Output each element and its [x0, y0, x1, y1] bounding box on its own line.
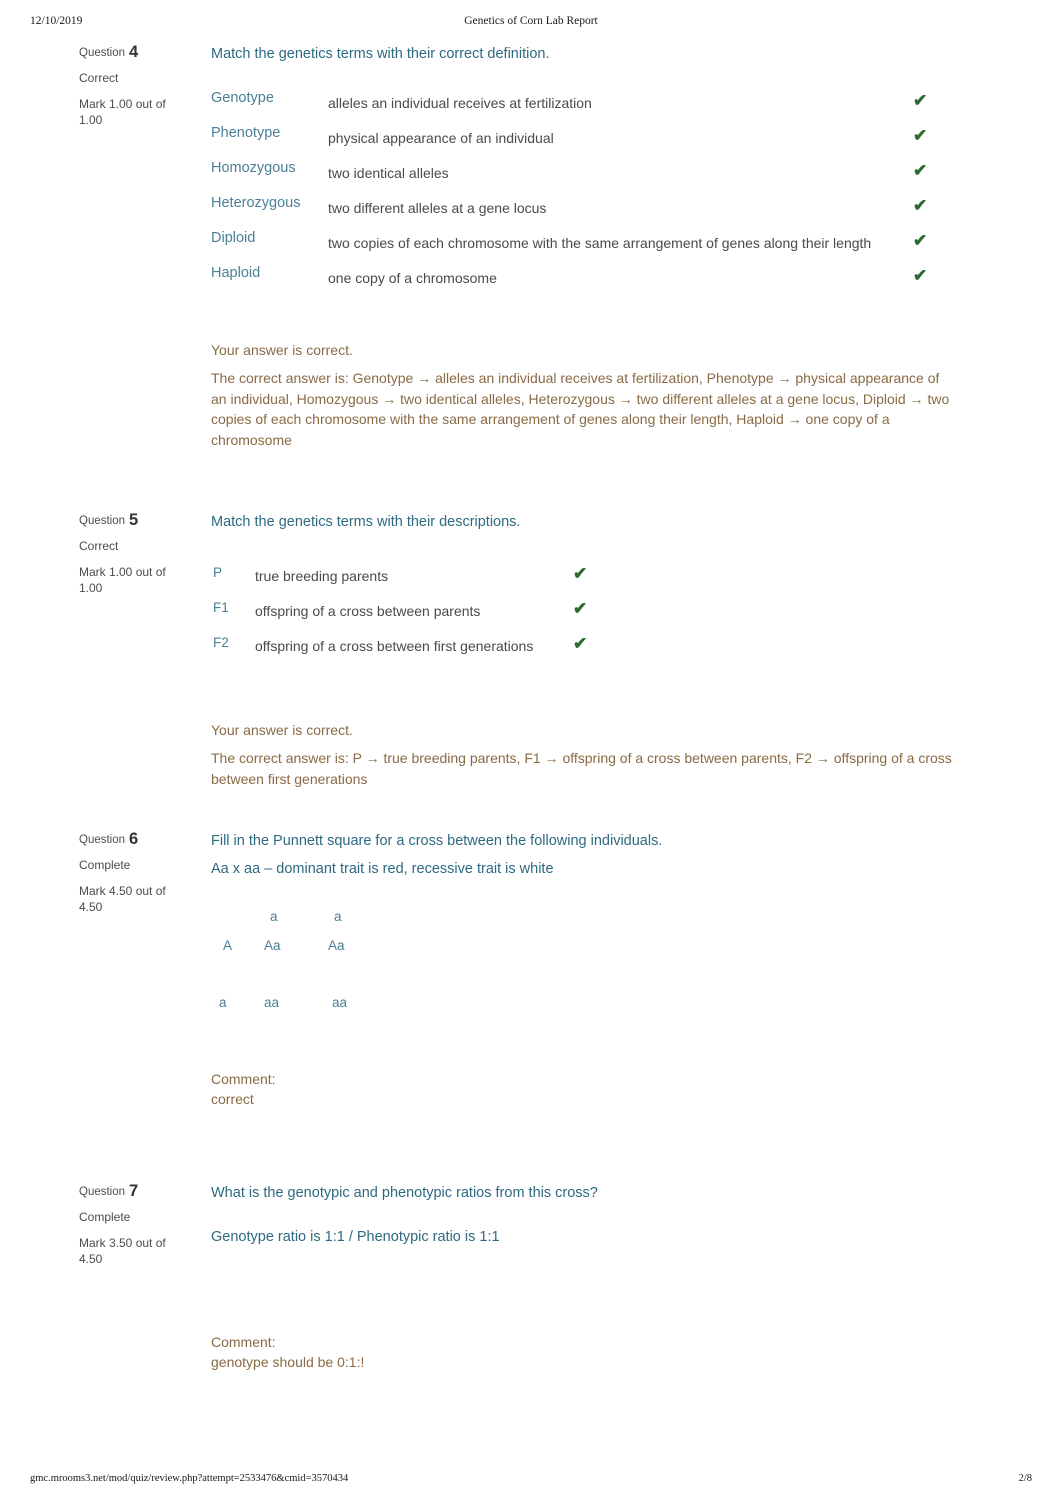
comment-label-6: Comment:: [211, 1071, 276, 1087]
question-info-7: Question 7 Complete Mark 3.50 out of 4.50: [79, 1182, 197, 1267]
question-prompt-5: Match the genetics terms with their desc…: [211, 514, 521, 530]
match-term: Genotype: [211, 90, 274, 106]
punnett-cell-2-2: aa: [332, 995, 348, 1010]
feedback-4: Your answer is correct. The correct answ…: [211, 340, 1001, 450]
comment-6: Comment: correct: [211, 1069, 1001, 1109]
check-icon: ✔: [913, 266, 928, 285]
match-row: F2 offspring of a cross between first ge…: [211, 633, 951, 668]
comment-text-6: correct: [211, 1091, 254, 1107]
match-definition: one copy of a chromosome: [328, 270, 497, 286]
question-info-5: Question 5 Correct Mark 1.00 out of 1.00: [79, 511, 197, 596]
check-icon: ✔: [913, 161, 928, 180]
print-footer: gmc.mrooms3.net/mod/quiz/review.php?atte…: [0, 1473, 1062, 1489]
question-number-line-5: Question 5: [79, 511, 197, 529]
match-row: Phenotype physical appearance of an indi…: [211, 123, 951, 158]
match-term: Diploid: [211, 230, 256, 246]
punnett-col-header-2: a: [334, 909, 342, 924]
question-info-4: Question 4 Correct Mark 1.00 out of 1.00: [79, 43, 197, 128]
question-prompt-6: Fill in the Punnett square for a cross b…: [211, 833, 663, 849]
match-term: Phenotype: [211, 125, 281, 141]
match-row: Homozygous two identical alleles ✔: [211, 158, 951, 193]
match-definition: true breeding parents: [255, 568, 389, 584]
question-number-line-4: Question 4: [79, 43, 197, 61]
question-number-4: 4: [129, 43, 139, 61]
punnett-cell-1-1: Aa: [264, 938, 281, 953]
match-definition: physical appearance of an individual: [328, 130, 554, 146]
comment-7: Comment: genotype should be 0:1:!: [211, 1332, 1001, 1372]
print-footer-url: gmc.mrooms3.net/mod/quiz/review.php?atte…: [30, 1473, 349, 1484]
question-label-7: Question: [79, 1186, 126, 1198]
punnett-cell-1-2: Aa: [328, 938, 345, 953]
print-header: 12/10/2019 Genetics of Corn Lab Report: [0, 15, 1062, 33]
match-row: F1 offspring of a cross between parents …: [211, 598, 951, 633]
check-icon: ✔: [573, 634, 588, 653]
question-number-line-6: Question 6: [79, 830, 197, 848]
feedback-answer-5: The correct answer is: P → true breeding…: [211, 750, 952, 787]
question-mark-4: Mark 1.00 out of 1.00: [79, 97, 166, 127]
match-definition: alleles an individual receives at fertil…: [328, 95, 592, 111]
answer-text-7: Genotype ratio is 1:1 / Phenotypic ratio…: [211, 1229, 500, 1245]
question-number-7: 7: [129, 1182, 139, 1200]
question-number-6: 6: [129, 830, 139, 848]
question-body-7: What is the genotypic and phenotypic rat…: [211, 1184, 1001, 1372]
check-icon: ✔: [573, 564, 588, 583]
question-label-6: Question: [79, 834, 126, 846]
punnett-col-header-1: a: [270, 909, 278, 924]
match-term: F2: [213, 635, 229, 650]
punnett-row-label-2: a: [219, 995, 227, 1010]
punnett-cell-2-1: aa: [264, 995, 280, 1010]
feedback-status-5: Your answer is correct.: [211, 722, 353, 738]
question-prompt-7: What is the genotypic and phenotypic rat…: [211, 1185, 598, 1201]
match-row: Genotype alleles an individual receives …: [211, 88, 951, 123]
question-state-4: Correct: [79, 71, 119, 85]
question-info-6: Question 6 Complete Mark 4.50 out of 4.50: [79, 830, 197, 915]
comment-label-7: Comment:: [211, 1334, 276, 1350]
question-state-5: Correct: [79, 539, 119, 553]
question-label-4: Question: [79, 47, 126, 59]
question-body-6: Fill in the Punnett square for a cross b…: [211, 832, 1001, 1109]
match-row: P true breeding parents ✔: [211, 563, 951, 598]
match-definition: offspring of a cross between first gener…: [255, 638, 534, 654]
match-row: Heterozygous two different alleles at a …: [211, 193, 951, 228]
check-icon: ✔: [913, 196, 928, 215]
question-mark-7: Mark 3.50 out of 4.50: [79, 1236, 166, 1266]
check-icon: ✔: [913, 126, 928, 145]
question-state-7: Complete: [79, 1210, 131, 1224]
match-definition: two identical alleles: [328, 165, 449, 181]
question-mark-5: Mark 1.00 out of 1.00: [79, 565, 166, 595]
check-icon: ✔: [573, 599, 588, 618]
question-mark-6: Mark 4.50 out of 4.50: [79, 884, 166, 914]
feedback-status-4: Your answer is correct.: [211, 342, 353, 358]
question-state-6: Complete: [79, 858, 131, 872]
punnett-square-6: a a A Aa Aa a aa aa: [211, 909, 631, 1029]
punnett-row-label-1: A: [223, 938, 233, 953]
check-icon: ✔: [913, 91, 928, 110]
check-icon: ✔: [913, 231, 928, 250]
question-number-line-7: Question 7: [79, 1182, 197, 1200]
match-definition: two copies of each chromosome with the s…: [328, 235, 872, 251]
match-term: Haploid: [211, 265, 261, 281]
match-term: Heterozygous: [211, 195, 301, 211]
matching-table-4: Genotype alleles an individual receives …: [211, 88, 951, 298]
match-definition: offspring of a cross between parents: [255, 603, 481, 619]
feedback-5: Your answer is correct. The correct answ…: [211, 720, 1001, 789]
match-row: Diploid two copies of each chromosome wi…: [211, 228, 951, 263]
question-prompt2-6: Aa x aa – dominant trait is red, recessi…: [211, 861, 554, 877]
match-term: P: [213, 565, 223, 580]
matching-table-5: P true breeding parents ✔ F1 offspring o…: [211, 563, 951, 668]
question-prompt-4: Match the genetics terms with their corr…: [211, 46, 550, 62]
print-header-title: Genetics of Corn Lab Report: [464, 15, 598, 27]
question-label-5: Question: [79, 515, 126, 527]
question-body-5: Match the genetics terms with their desc…: [211, 513, 1001, 789]
feedback-answer-4: The correct answer is: Genotype → allele…: [211, 370, 950, 448]
match-row: Haploid one copy of a chromosome ✔: [211, 263, 951, 298]
question-body-4: Match the genetics terms with their corr…: [211, 45, 1001, 450]
comment-text-7: genotype should be 0:1:!: [211, 1354, 365, 1370]
match-term: Homozygous: [211, 160, 296, 176]
question-number-5: 5: [129, 511, 139, 529]
print-footer-page: 2/8: [1018, 1473, 1032, 1484]
match-term: F1: [213, 600, 229, 615]
match-definition: two different alleles at a gene locus: [328, 200, 547, 216]
